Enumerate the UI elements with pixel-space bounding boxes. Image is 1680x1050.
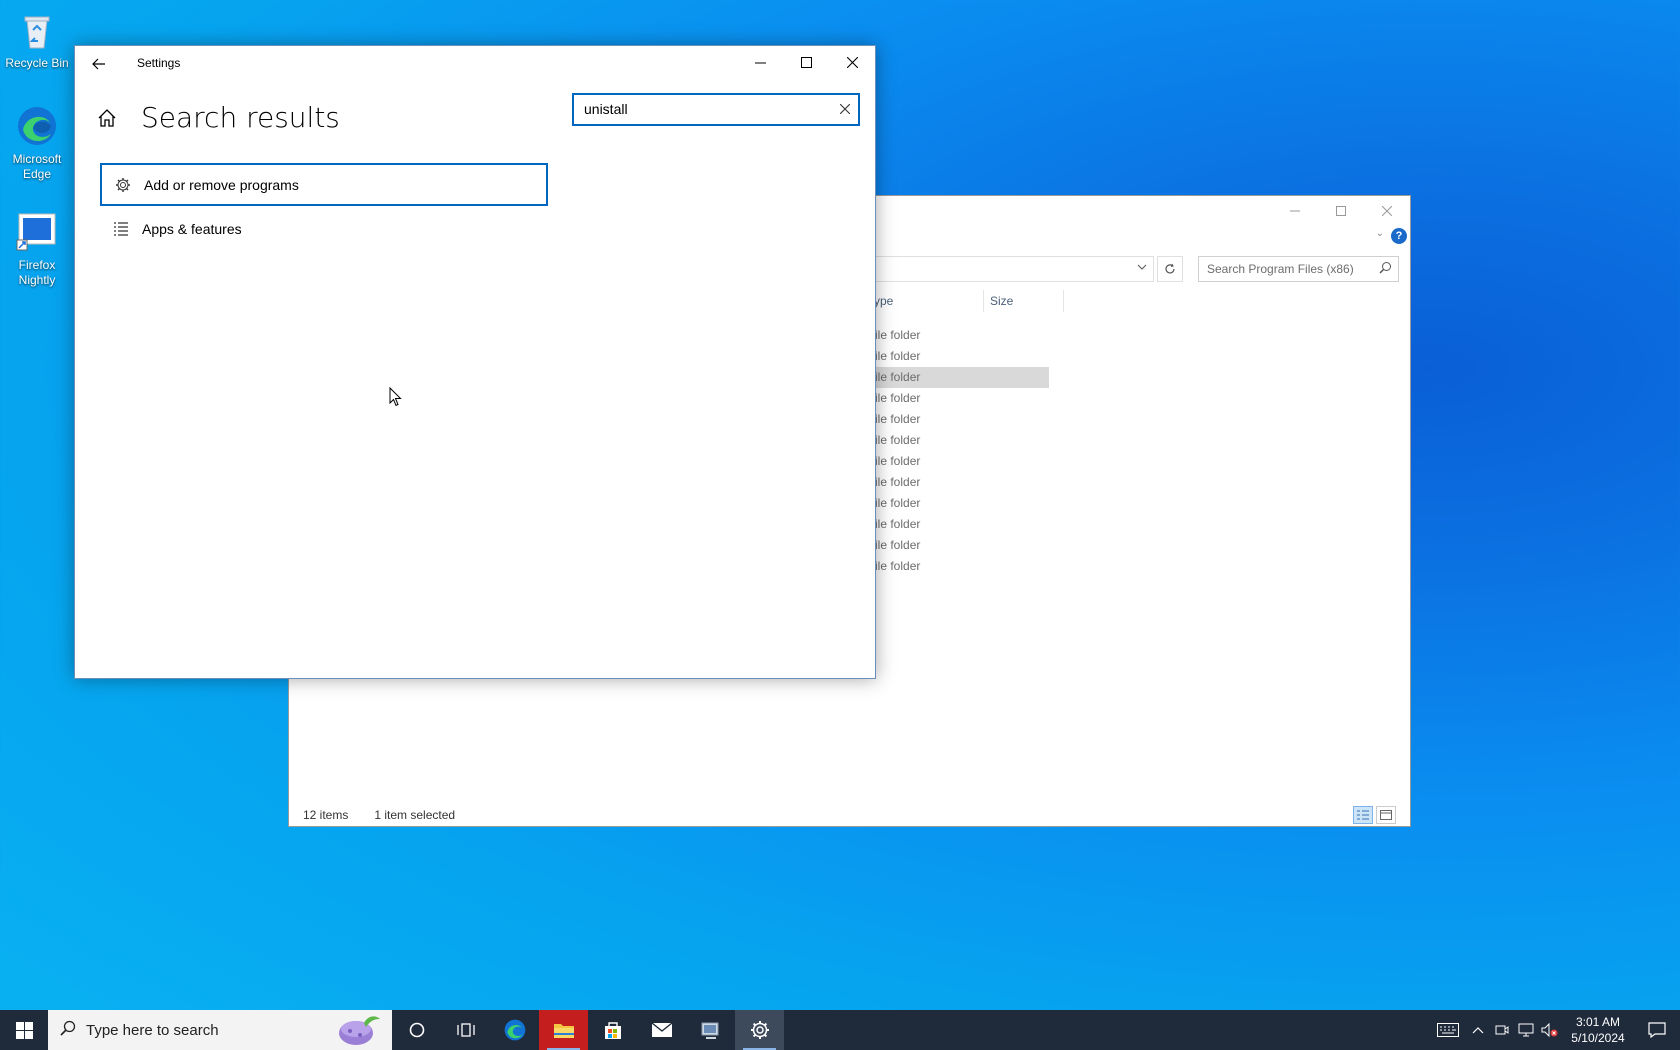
clock-date: 5/10/2024	[1571, 1031, 1625, 1045]
start-button[interactable]	[0, 1010, 48, 1050]
task-view-icon	[456, 1023, 475, 1037]
desktop-icon-recycle-bin[interactable]: Recycle Bin	[0, 8, 75, 71]
file-row[interactable]: ile folder	[869, 388, 1049, 409]
explorer-search-placeholder: Search Program Files (x86)	[1207, 262, 1354, 276]
address-dropdown-icon[interactable]	[1137, 262, 1147, 274]
edge-icon	[15, 104, 59, 148]
file-row[interactable]: ile folder	[869, 514, 1049, 535]
explorer-search-input[interactable]: Search Program Files (x86)	[1198, 256, 1399, 282]
column-header-size[interactable]: Size	[990, 294, 1013, 308]
taskbar-search-placeholder: Type here to search	[86, 1021, 219, 1039]
search-value: unistall	[584, 101, 628, 117]
back-arrow-icon	[92, 58, 105, 70]
page-title: Search results	[141, 101, 340, 134]
file-row[interactable]: ile folder	[869, 472, 1049, 493]
task-view-button[interactable]	[441, 1010, 490, 1050]
minimize-button[interactable]	[737, 46, 783, 78]
file-row[interactable]: ile folder	[869, 535, 1049, 556]
large-icons-view-button[interactable]	[1376, 806, 1396, 824]
refresh-button[interactable]	[1157, 256, 1183, 282]
view-switcher	[1353, 806, 1396, 824]
edge-icon	[504, 1019, 525, 1041]
file-explorer-icon	[553, 1024, 574, 1038]
file-row[interactable]: ile folder	[869, 451, 1049, 472]
status-bar: 12 items 1 item selected	[303, 808, 455, 822]
desktop-icon-label: Recycle Bin	[5, 56, 69, 70]
explorer-window-controls	[1272, 196, 1410, 226]
home-icon[interactable]	[97, 108, 117, 133]
details-view-icon	[1357, 810, 1369, 820]
mouse-cursor-icon	[389, 386, 402, 412]
notification-center-icon[interactable]	[1634, 1022, 1680, 1038]
list-icon	[100, 221, 142, 236]
desktop-icon-label: Firefox Nightly	[18, 258, 56, 287]
help-icon[interactable]: ?	[1391, 228, 1407, 244]
taskbar-mail-button[interactable]	[637, 1010, 686, 1050]
refresh-icon	[1165, 263, 1175, 274]
file-row[interactable]: ile folder	[869, 409, 1049, 430]
result-label: Add or remove programs	[144, 176, 299, 193]
network-icon[interactable]	[1514, 1023, 1538, 1037]
desktop-icon-microsoft-edge[interactable]: Microsoft Edge	[0, 104, 75, 182]
taskbar-edge-button[interactable]	[490, 1010, 539, 1050]
search-icon	[1379, 261, 1392, 277]
maximize-button[interactable]	[1318, 196, 1364, 226]
maximize-button[interactable]	[783, 46, 829, 78]
search-result-add-remove-programs[interactable]: Add or remove programs	[100, 163, 548, 206]
selection-count: 1 item selected	[374, 808, 456, 822]
file-row[interactable]: ile folder	[869, 556, 1049, 577]
column-header-type[interactable]: ype	[874, 294, 893, 308]
windows-logo-icon	[15, 1021, 33, 1039]
taskbar-search-box[interactable]: Type here to search	[48, 1010, 392, 1050]
store-icon	[604, 1022, 621, 1039]
firefox-nightly-icon	[15, 210, 59, 254]
search-icon	[60, 1020, 76, 1040]
gear-icon	[102, 177, 144, 193]
result-label: Apps & features	[142, 220, 242, 237]
taskbar: Type here to search 3:01 AM 5/10/2024	[0, 1010, 1680, 1050]
close-button[interactable]	[1364, 196, 1410, 226]
column-divider[interactable]	[983, 290, 984, 312]
recycle-bin-icon	[15, 8, 59, 52]
file-row[interactable]: ile folder	[869, 430, 1049, 451]
minimize-button[interactable]	[1272, 196, 1318, 226]
settings-window[interactable]: Settings Search results unistall Add or …	[74, 45, 876, 679]
large-icons-view-icon	[1380, 810, 1392, 820]
clock[interactable]: 3:01 AM 5/10/2024	[1562, 1014, 1634, 1046]
mail-icon	[651, 1022, 672, 1037]
cortana-button[interactable]	[392, 1010, 441, 1050]
ribbon-expand-icon[interactable]: ⌄	[1376, 228, 1384, 239]
back-button[interactable]	[85, 52, 113, 76]
settings-icon	[750, 1021, 769, 1039]
file-list: ile folder ile folder ile folder ile fol…	[869, 325, 1049, 577]
window-title: Settings	[137, 56, 181, 70]
network-app-icon	[701, 1022, 718, 1039]
file-row[interactable]: ile folder	[869, 346, 1049, 367]
chevron-up-icon[interactable]	[1466, 1026, 1490, 1034]
keyboard-layout-icon[interactable]	[1430, 1023, 1466, 1037]
settings-window-controls	[737, 46, 875, 78]
clock-time: 3:01 AM	[1575, 1015, 1621, 1029]
details-view-button[interactable]	[1353, 806, 1373, 824]
file-row[interactable]: ile folder	[869, 493, 1049, 514]
taskbar-file-explorer-button[interactable]	[539, 1010, 588, 1050]
taskbar-store-button[interactable]	[588, 1010, 637, 1050]
taskbar-network-app-button[interactable]	[686, 1010, 735, 1050]
file-row[interactable]: ile folder	[869, 325, 1049, 346]
close-button[interactable]	[829, 46, 875, 78]
file-row-selected[interactable]: ile folder	[869, 367, 1049, 388]
item-count: 12 items	[303, 808, 349, 822]
volume-muted-icon[interactable]	[1538, 1023, 1562, 1037]
system-tray: 3:01 AM 5/10/2024	[1430, 1010, 1680, 1050]
column-divider[interactable]	[1063, 290, 1064, 312]
meet-now-icon[interactable]	[1490, 1023, 1514, 1037]
search-highlight-icon	[334, 1013, 382, 1050]
desktop-icon-firefox-nightly[interactable]: Firefox Nightly	[0, 210, 75, 288]
desktop-icon-label: Microsoft Edge	[12, 152, 62, 181]
settings-search-input[interactable]: unistall	[572, 93, 860, 126]
cortana-icon	[409, 1022, 424, 1038]
search-result-apps-features[interactable]: Apps & features	[100, 207, 548, 250]
clear-search-icon[interactable]	[839, 101, 851, 117]
taskbar-settings-button[interactable]	[735, 1010, 784, 1050]
